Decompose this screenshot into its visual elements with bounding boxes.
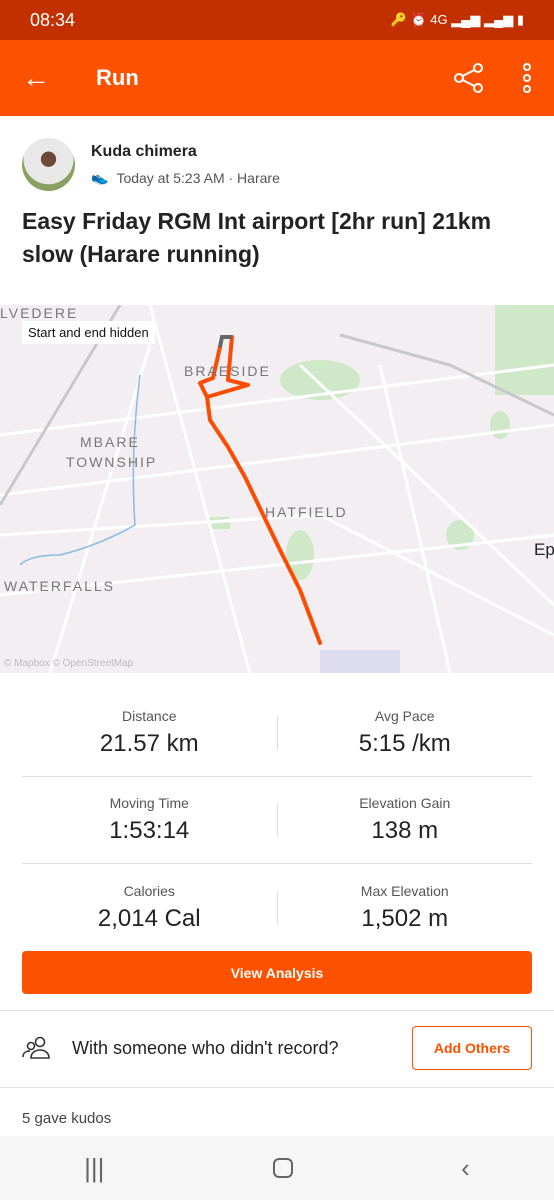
map-attribution[interactable]: © Mapbox © OpenStreetMap xyxy=(4,658,133,669)
map-label: WATERFALLS xyxy=(4,578,116,594)
stats-row: Calories 2,014 Cal Max Elevation 1,502 m xyxy=(22,864,532,951)
route-map[interactable]: LVEDERE BRAESIDE MBARE TOWNSHIP HATFIELD… xyxy=(0,305,554,673)
stats-grid: Distance 21.57 km Avg Pace 5:15 /km Moving… xyxy=(22,690,532,951)
stat-label: Moving Time xyxy=(109,795,189,811)
map-label: LVEDERE xyxy=(0,305,79,321)
map-label: BRAESIDE xyxy=(184,363,271,379)
app-bar: ← Run xyxy=(0,40,554,116)
page-title: Run xyxy=(96,65,139,90)
share-icon[interactable] xyxy=(452,61,486,95)
stats-row: Distance 21.57 km Avg Pace 5:15 /km xyxy=(22,690,532,777)
athlete-header: Kuda chimera 👟 Today at 5:23 AM · Harare xyxy=(0,116,554,191)
back-icon[interactable]: ‹ xyxy=(461,1153,470,1184)
map-label: Ep xyxy=(534,540,554,559)
stat-value: 138 m xyxy=(371,817,439,844)
stat-label: Avg Pace xyxy=(374,708,435,724)
activity-meta: Today at 5:23 AM · Harare xyxy=(116,169,280,186)
activity-title: Easy Friday RGM Int airport [2hr run] 21… xyxy=(22,208,492,267)
stat-value: 5:15 /km xyxy=(358,730,451,757)
map-label: HATFIELD xyxy=(265,504,348,520)
status-bar: 08:34 🔑 ⏰ 4G ▂▄▆ ▂▄▆ ▮ xyxy=(0,0,554,40)
avatar[interactable] xyxy=(22,138,75,191)
map-label: MBARE xyxy=(80,434,140,450)
status-time: 08:34 xyxy=(30,9,76,30)
stat-value: 2,014 Cal xyxy=(97,904,201,932)
system-nav-bar: ||| ‹ xyxy=(0,1136,554,1200)
privacy-label: Start and end hidden xyxy=(22,321,155,344)
stat-value: 1,502 m xyxy=(361,904,449,932)
with-others-text: With someone who didn't record? xyxy=(72,1037,339,1058)
stat-value: 21.57 km xyxy=(99,730,199,757)
home-icon[interactable] xyxy=(272,1158,293,1178)
map-label: TOWNSHIP xyxy=(66,454,158,470)
status-icons: 🔑 ⏰ 4G ▂▄▆ ▂▄▆ ▮ xyxy=(390,12,524,27)
map-canvas xyxy=(0,305,554,673)
athlete-name[interactable]: Kuda chimera xyxy=(91,143,280,161)
stats-row: Moving Time 1:53:14 Elevation Gain 138 m xyxy=(22,777,532,864)
add-others-button[interactable]: Add Others xyxy=(412,1026,532,1070)
divider xyxy=(0,1010,554,1011)
stat-label: Distance xyxy=(122,708,177,724)
divider xyxy=(0,1087,554,1088)
stat-label: Calories xyxy=(123,882,175,899)
more-vertical-icon[interactable] xyxy=(522,63,532,93)
shoe-icon: 👟 xyxy=(91,169,109,185)
recent-apps-icon[interactable]: ||| xyxy=(84,1153,104,1184)
people-icon xyxy=(22,1036,50,1059)
kudos-count[interactable]: 5 gave kudos xyxy=(22,1110,111,1127)
with-others-row: With someone who didn't record? Add Othe… xyxy=(22,1026,532,1070)
stat-label: Elevation Gain xyxy=(359,795,451,811)
stat-label: Max Elevation xyxy=(360,882,449,899)
view-analysis-button[interactable]: View Analysis xyxy=(22,951,532,994)
stat-value: 1:53:14 xyxy=(109,817,190,844)
arrow-left-icon[interactable]: ← xyxy=(22,62,50,94)
